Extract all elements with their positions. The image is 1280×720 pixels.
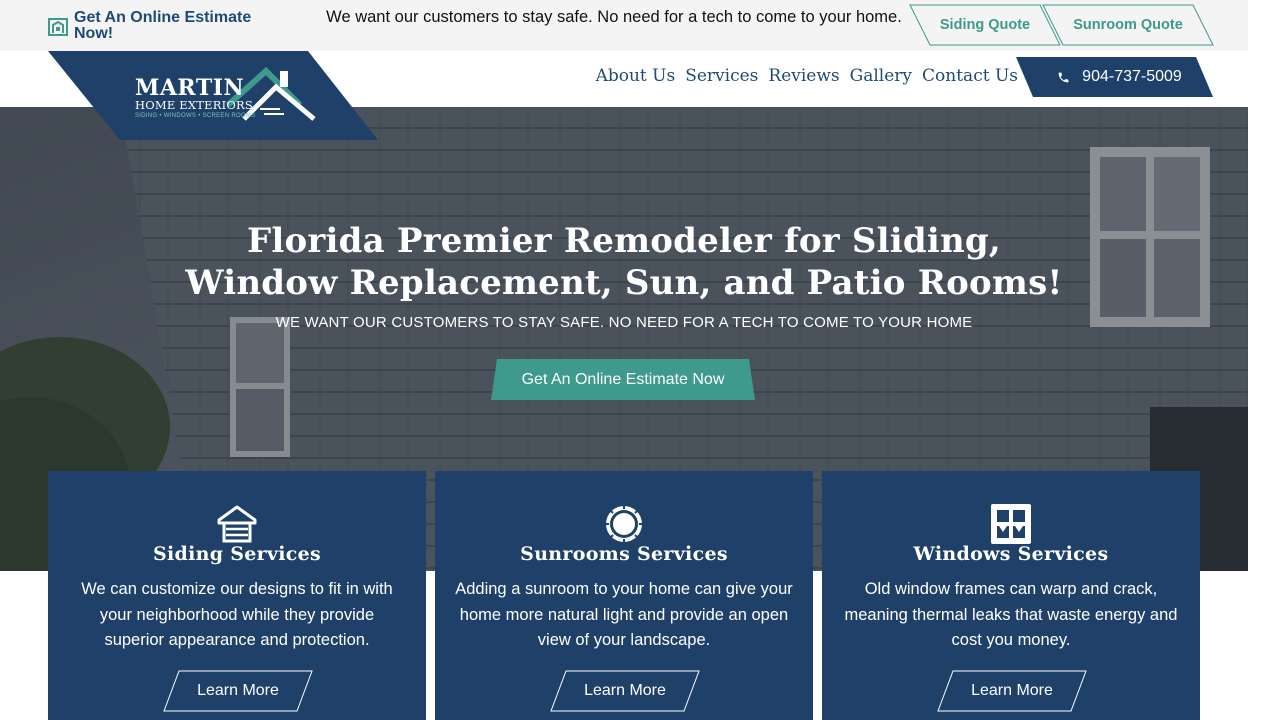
siding-services-title: Siding Services	[152, 543, 322, 565]
hero-estimate-label: Get An Online Estimate Now	[521, 370, 725, 388]
nav-contact-us[interactable]: Contact Us	[922, 66, 1018, 86]
sunrooms-services-title: Sunrooms Services	[520, 543, 728, 565]
main-nav: About Us Services Reviews Gallery Contac…	[596, 66, 1018, 86]
siding-services-text: We can customize our designs to fit in w…	[81, 580, 393, 649]
sun-icon	[605, 505, 643, 543]
online-estimate-link[interactable]: Get An Online Estimate Now!	[48, 10, 274, 42]
phone-number: 904-737-5009	[1082, 68, 1182, 85]
sunroom-quote-button[interactable]: Sunroom Quote	[1042, 4, 1214, 46]
sunrooms-learn-more-button[interactable]: Learn More	[550, 670, 700, 712]
hero-title-line1: Florida Premier Remodeler for Sliding,	[247, 221, 1001, 261]
window-icon	[991, 504, 1031, 544]
logo-name: MARTIN	[135, 75, 245, 101]
hero-title-line2: Window Replacement, Sun, and Patio Rooms…	[185, 263, 1063, 303]
sunrooms-services-card: Sunrooms Services Adding a sunroom to yo…	[435, 471, 813, 720]
siding-learn-more-button[interactable]: Learn More	[163, 670, 313, 712]
windows-learn-more-label: Learn More	[971, 682, 1053, 699]
siding-services-card: Siding Services We can customize our des…	[48, 471, 426, 720]
nav-reviews[interactable]: Reviews	[768, 66, 839, 86]
logo[interactable]: MARTIN HOME EXTERIORS SIDING • WINDOWS •…	[48, 51, 378, 140]
hero-title: Florida Premier Remodeler for Sliding, W…	[0, 220, 1248, 304]
windows-learn-more-button[interactable]: Learn More	[937, 670, 1087, 712]
estimate-icon	[48, 18, 68, 36]
house-siding-icon	[217, 505, 257, 543]
page: Get An Online Estimate Now! We want our …	[0, 0, 1280, 720]
windows-services-title: Windows Services	[913, 543, 1109, 565]
logo-tagline: SIDING • WINDOWS • SCREEN ROOMS	[135, 113, 256, 119]
safety-message: We want our customers to stay safe. No n…	[326, 8, 902, 26]
siding-quote-button[interactable]: Siding Quote	[909, 4, 1061, 46]
logo-subname: HOME EXTERIORS	[135, 98, 253, 112]
online-estimate-label: Get An Online Estimate Now!	[74, 9, 252, 42]
siding-quote-label: Siding Quote	[939, 17, 1031, 33]
top-bar: Get An Online Estimate Now! We want our …	[0, 0, 1248, 51]
phone-button[interactable]: 904-737-5009	[1016, 57, 1213, 97]
hero-subtitle: WE WANT OUR CUSTOMERS TO STAY SAFE. NO N…	[275, 314, 973, 331]
hero-estimate-button[interactable]: Get An Online Estimate Now	[491, 359, 755, 400]
siding-learn-more-label: Learn More	[197, 682, 279, 699]
sunrooms-services-text: Adding a sunroom to your home can give y…	[455, 580, 793, 649]
nav-gallery[interactable]: Gallery	[850, 66, 912, 86]
windows-services-card: Windows Services Old window frames can w…	[822, 471, 1200, 720]
nav-about-us[interactable]: About Us	[596, 66, 676, 86]
logo-text: MARTIN HOME EXTERIORS SIDING • WINDOWS •…	[135, 77, 256, 121]
sunrooms-learn-more-label: Learn More	[584, 682, 666, 699]
phone-icon	[1058, 72, 1069, 82]
windows-services-text: Old window frames can warp and crack, me…	[844, 580, 1178, 649]
nav-services[interactable]: Services	[685, 66, 758, 86]
sunroom-quote-label: Sunroom Quote	[1073, 17, 1183, 33]
